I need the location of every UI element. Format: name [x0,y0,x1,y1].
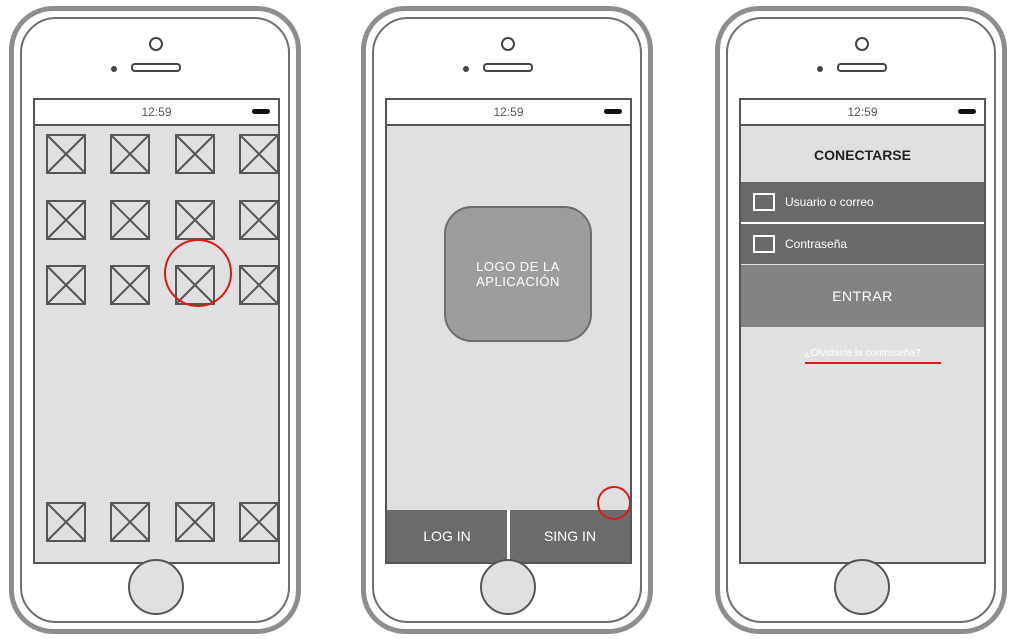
battery-icon [604,109,622,114]
home-screen: 12:59 [33,98,280,564]
enter-button[interactable]: ENTRAR [741,265,984,327]
status-bar: 12:59 [35,100,278,126]
app-placeholder-icon[interactable] [46,134,86,174]
dock-placeholder-icon[interactable] [239,502,278,542]
app-placeholder-icon[interactable] [110,265,150,305]
status-bar: 12:59 [741,100,984,126]
login-button[interactable]: LOG IN [387,510,507,562]
dock-placeholder-icon[interactable] [175,502,215,542]
forgot-link-underline [805,362,941,364]
app-placeholder-icon[interactable] [46,200,86,240]
app-placeholder-icon[interactable] [239,265,278,305]
sensor-dot [463,66,469,72]
forgot-password-link[interactable]: ¿Olvidaste la contraseña? [741,348,984,359]
checkbox-icon [753,193,775,211]
phone-home-screen: 12:59 [9,6,301,634]
camera-icon [501,37,515,51]
app-placeholder-icon[interactable] [46,265,86,305]
phone-login-screen: 12:59 CONECTARSE Usuario o correo Contra… [715,6,1007,634]
auth-button-bar: LOG IN SING IN [387,510,630,562]
battery-icon [252,109,270,114]
logo-text-line1: LOGO DE LA [476,259,560,274]
logo-text-line2: APLICACIÓN [476,274,560,289]
app-placeholder-icon[interactable] [239,134,278,174]
login-title: CONECTARSE [814,147,911,163]
app-logo-placeholder: LOGO DE LA APLICACIÓN [444,206,592,342]
sensor-dot [817,66,823,72]
username-field[interactable]: Usuario o correo [741,182,984,222]
app-placeholder-icon[interactable] [110,134,150,174]
status-time: 12:59 [847,105,878,119]
home-button[interactable] [480,559,536,615]
password-field[interactable]: Contraseña [741,224,984,264]
app-placeholder-icon[interactable] [110,200,150,240]
status-time: 12:59 [493,105,524,119]
home-button[interactable] [128,559,184,615]
tap-highlight-circle [164,239,232,307]
status-time: 12:59 [141,105,172,119]
speaker-icon [837,63,887,72]
speaker-icon [131,63,181,72]
camera-icon [149,37,163,51]
home-button[interactable] [834,559,890,615]
tap-highlight-circle [597,486,630,520]
welcome-screen: 12:59 LOGO DE LA APLICACIÓN LOG IN SING … [385,98,632,564]
login-screen: 12:59 CONECTARSE Usuario o correo Contra… [739,98,986,564]
username-label: Usuario o correo [785,195,874,209]
battery-icon [958,109,976,114]
status-bar: 12:59 [387,100,630,126]
app-placeholder-icon[interactable] [239,200,278,240]
app-placeholder-icon[interactable] [175,134,215,174]
speaker-icon [483,63,533,72]
sensor-dot [111,66,117,72]
camera-icon [855,37,869,51]
phone-welcome-screen: 12:59 LOGO DE LA APLICACIÓN LOG IN SING … [361,6,653,634]
dock-placeholder-icon[interactable] [46,502,86,542]
dock-placeholder-icon[interactable] [110,502,150,542]
app-placeholder-icon[interactable] [175,200,215,240]
password-label: Contraseña [785,237,848,251]
checkbox-icon [753,235,775,253]
